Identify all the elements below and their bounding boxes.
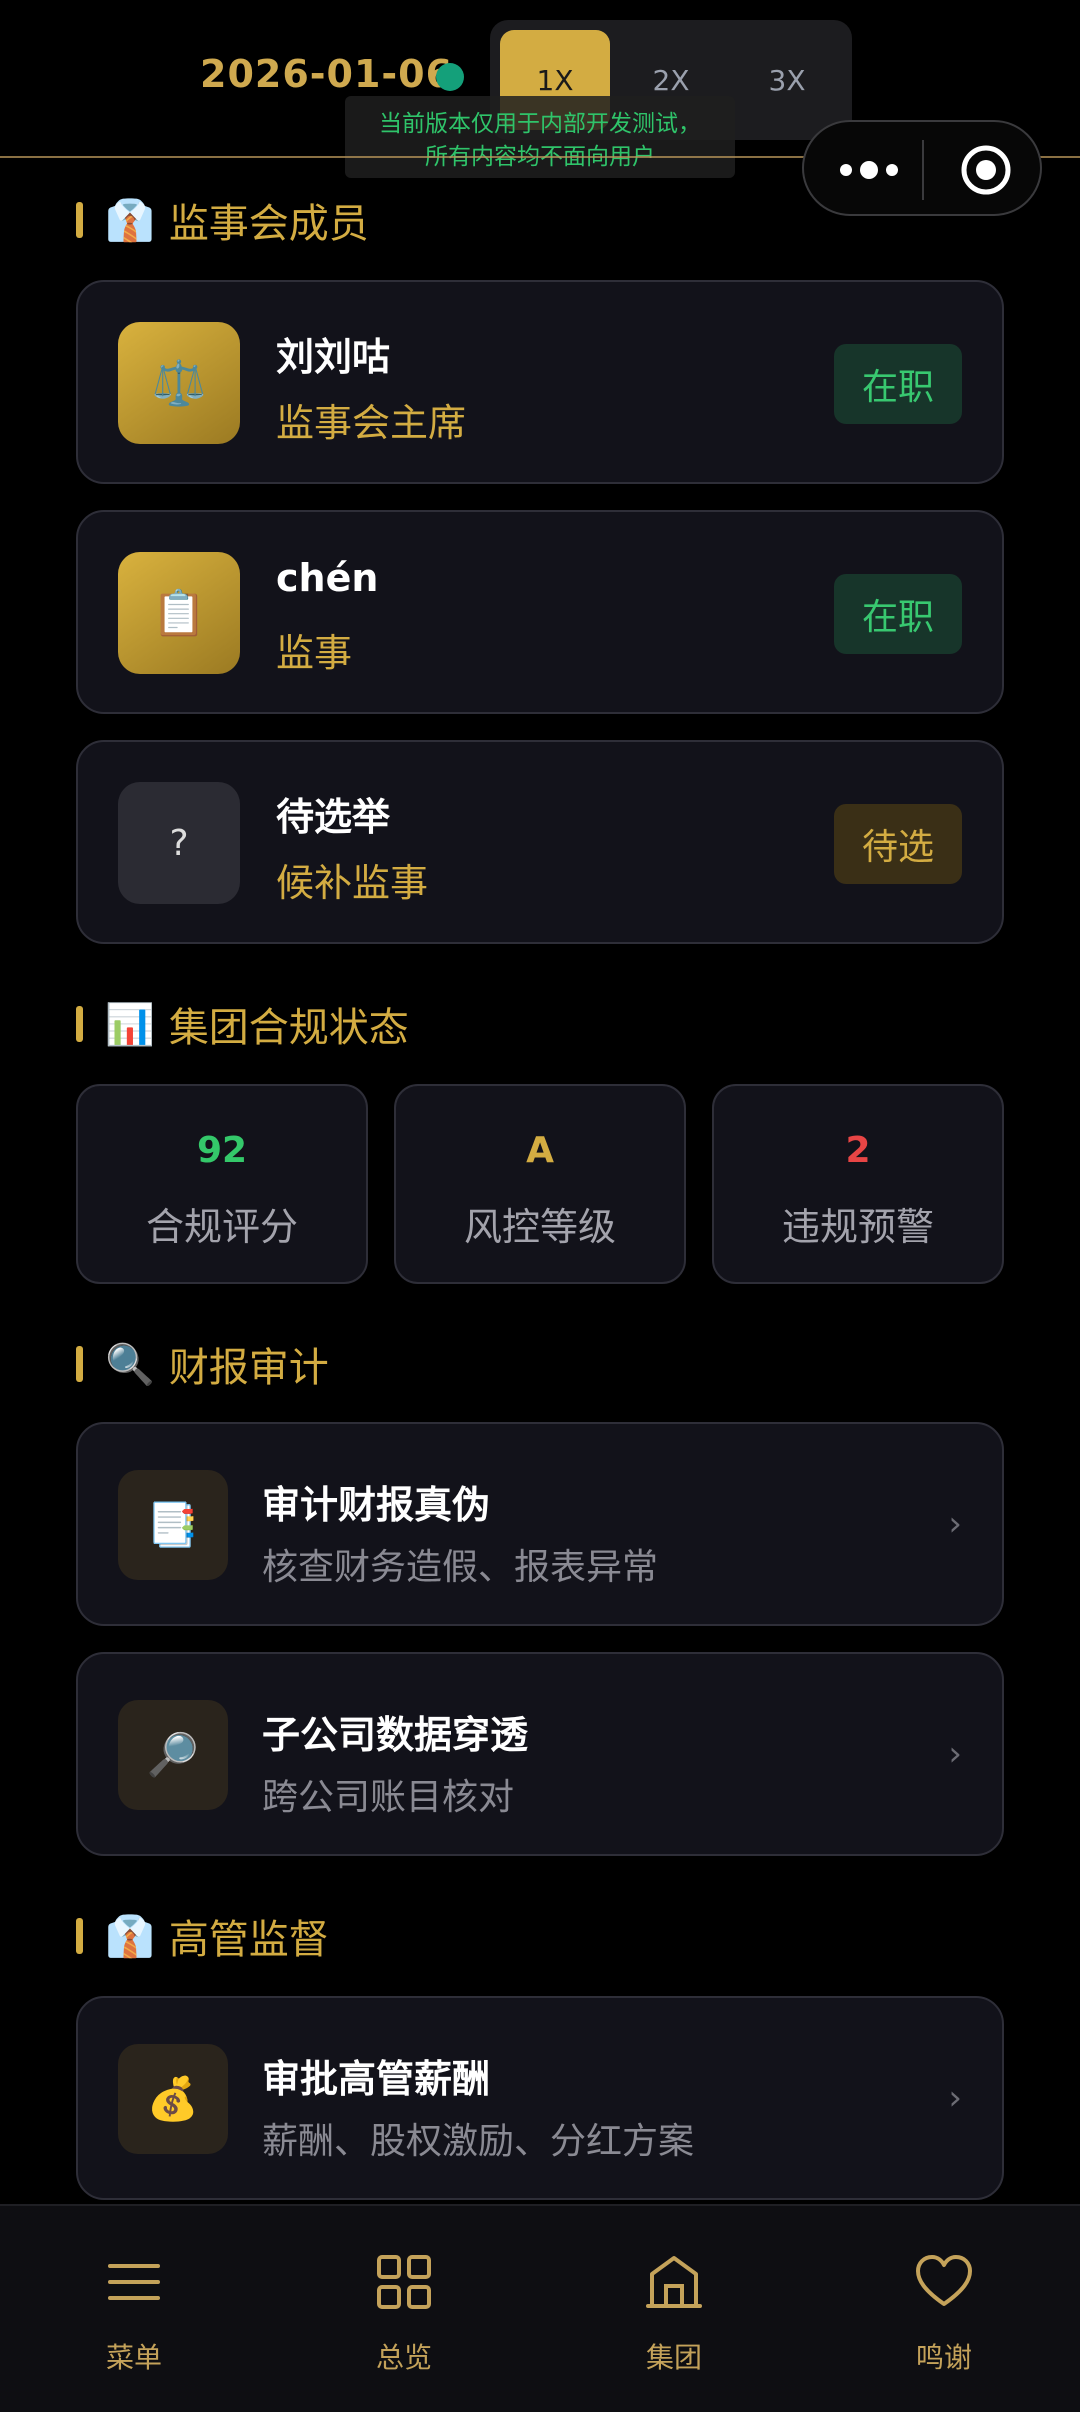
heart-icon: [916, 2255, 972, 2306]
nav-item-group[interactable]: 集团: [574, 2252, 774, 2392]
feature-subtitle: 薪酬、股权激励、分红方案: [262, 2121, 695, 2162]
menu-icon: [108, 2264, 160, 2300]
member-role: 监事: [276, 631, 353, 675]
chevron-right-icon: ›: [948, 1504, 962, 1544]
capsule-divider: [922, 140, 924, 200]
member-card-candidate[interactable]: ? 待选举 候补监事 待选: [76, 740, 1004, 944]
clipboard-icon: 📋: [118, 552, 240, 674]
tie-icon: 👔: [105, 1913, 155, 1960]
section-title-executive: 👔 高管监督: [76, 1906, 329, 1966]
section-accent-bar: [76, 1006, 83, 1042]
executive-pay-card[interactable]: 💰 审批高管薪酬 薪酬、股权激励、分红方案 ›: [76, 1996, 1004, 2200]
stat-card-score[interactable]: 92 合规评分: [76, 1084, 368, 1284]
section-title-audit: 🔍 财报审计: [76, 1334, 329, 1394]
stat-value: 92: [196, 1130, 248, 1171]
status-dot-icon: [436, 63, 464, 91]
feature-subtitle: 跨公司账目核对: [262, 1777, 515, 1818]
feature-title: 审计财报真伪: [262, 1483, 491, 1527]
stat-value: A: [526, 1130, 554, 1171]
section-title-text: 高管监督: [168, 1917, 329, 1963]
chevron-right-icon: ›: [948, 2078, 962, 2118]
feature-title: 审批高管薪酬: [262, 2057, 491, 2101]
dev-notice: 当前版本仅用于内部开发测试， 所有内容均不面向用户: [330, 108, 750, 174]
status-badge: 在职: [834, 344, 962, 424]
close-target-icon[interactable]: [960, 144, 1012, 196]
nav-item-thanks[interactable]: 鸣谢: [844, 2252, 1044, 2392]
nav-label: 集团: [645, 2341, 702, 2374]
more-icon[interactable]: [834, 150, 904, 190]
magnifier-icon: 🔍: [105, 1341, 155, 1388]
date-label: 2026-01-06: [200, 52, 454, 96]
feature-title: 子公司数据穿透: [262, 1713, 529, 1757]
nav-item-menu[interactable]: 菜单: [34, 2252, 234, 2392]
member-role: 候补监事: [276, 861, 429, 905]
chevron-right-icon: ›: [948, 1734, 962, 1774]
miniprogram-capsule: [802, 120, 1042, 216]
section-title-supervisors: 👔 监事会成员: [76, 190, 369, 250]
section-title-text: 财报审计: [168, 1345, 329, 1391]
member-card-chairman[interactable]: ⚖️ 刘刘咕 监事会主席 在职: [76, 280, 1004, 484]
question-icon: ?: [118, 782, 240, 904]
tie-icon: 👔: [105, 197, 155, 244]
section-accent-bar: [76, 1346, 83, 1382]
dev-notice-line1: 当前版本仅用于内部开发测试，: [379, 111, 701, 137]
nav-item-overview[interactable]: 总览: [304, 2252, 504, 2392]
stat-label: 违规预警: [781, 1205, 934, 1249]
section-title-compliance: 📊 集团合规状态: [76, 994, 409, 1054]
status-badge: 待选: [834, 804, 962, 884]
nav-label: 总览: [375, 2341, 432, 2374]
section-accent-bar: [76, 1918, 83, 1954]
stat-card-risk-level[interactable]: A 风控等级: [394, 1084, 686, 1284]
section-title-text: 监事会成员: [168, 201, 369, 247]
scales-icon: ⚖️: [118, 322, 240, 444]
member-name: chén: [276, 556, 379, 600]
document-icon: 📑: [118, 1470, 228, 1580]
audit-financials-card[interactable]: 📑 审计财报真伪 核查财务造假、报表异常 ›: [76, 1422, 1004, 1626]
feature-subtitle: 核查财务造假、报表异常: [262, 1547, 659, 1588]
search-icon: 🔎: [118, 1700, 228, 1810]
bottom-nav: 菜单 总览 集团 鸣谢: [0, 2204, 1080, 2412]
grid-icon: [377, 2255, 431, 2309]
status-badge: 在职: [834, 574, 962, 654]
section-accent-bar: [76, 202, 83, 238]
nav-label: 鸣谢: [915, 2341, 972, 2374]
member-name: 待选举: [276, 795, 391, 839]
subsidiary-data-card[interactable]: 🔎 子公司数据穿透 跨公司账目核对 ›: [76, 1652, 1004, 1856]
member-role: 监事会主席: [276, 401, 467, 445]
stat-value: 2: [845, 1130, 871, 1171]
member-card-supervisor[interactable]: 📋 chén 监事 在职: [76, 510, 1004, 714]
member-name: 刘刘咕: [276, 335, 391, 379]
section-title-text: 集团合规状态: [168, 1005, 409, 1051]
stat-label: 风控等级: [463, 1205, 616, 1249]
money-bag-icon: 💰: [118, 2044, 228, 2154]
stat-label: 合规评分: [145, 1205, 298, 1249]
top-bar: 2026-01-06 1X 2X 3X 当前版本仅用于内部开发测试， 所有内容均…: [0, 0, 1080, 216]
building-icon: [646, 2256, 702, 2308]
nav-label: 菜单: [105, 2341, 162, 2374]
stat-card-violations[interactable]: 2 违规预警: [712, 1084, 1004, 1284]
chart-icon: 📊: [105, 1001, 155, 1048]
